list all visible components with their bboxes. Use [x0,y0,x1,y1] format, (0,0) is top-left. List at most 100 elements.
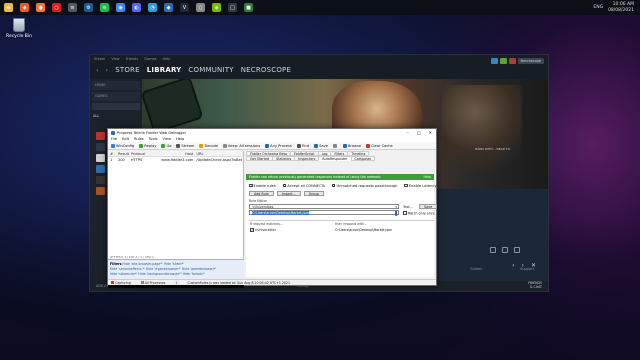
settings-icon[interactable] [490,247,496,253]
toolbar-button[interactable]: Any Process [265,143,292,148]
rule-row-checkbox[interactable]: ✓ [250,228,254,232]
chevron-left-icon[interactable]: ‹ [512,262,514,269]
notification-icon[interactable] [499,58,507,64]
tab-composer[interactable]: Composer [350,156,376,161]
game-thumb[interactable] [96,154,105,162]
broadcast-icon[interactable] [490,58,498,64]
banner-help-link[interactable]: Help [423,174,431,180]
favorite-icon[interactable] [514,247,520,253]
maximize-icon[interactable]: □ [417,130,421,135]
process-filter[interactable]: All Processes [140,280,165,285]
tab-get-started[interactable]: Get Started [246,156,274,161]
dropdown-icon[interactable]: ▾ [395,211,397,216]
session-row[interactable]: 1 200 HTTPS www.fiddler2.com /UpdateChec… [108,157,243,163]
app-icon[interactable]: ≡ [68,3,77,12]
capturing-toggle[interactable]: Capturing [111,280,131,285]
option-enable-rules[interactable]: ✓ Enable rules [249,184,276,188]
tab-autoresponder[interactable]: AutoResponder [318,156,352,161]
app4-icon[interactable]: □ [228,3,237,12]
steam-icon[interactable]: ⚙ [84,3,93,12]
steam-username[interactable]: Necroscope [517,58,544,64]
filter-line[interactable]: Hide 'steamcdn*' Hide 'backgroundbrowser… [110,272,205,276]
steam-tab-guides[interactable]: Guides [470,267,482,271]
col-host[interactable]: Host [157,152,197,156]
col-result[interactable]: Result [118,152,131,156]
tab-inspectors[interactable]: Inspectors [294,156,320,161]
menu-view[interactable]: View [163,137,172,141]
toolbar-button[interactable]: Save [314,143,328,148]
filter-line[interactable]: Hide 'site-browser-page*' Hide 'silent*' [123,262,185,266]
fiddler-icon[interactable]: ◆ [164,3,173,12]
steam-menu-steam[interactable]: Steam [94,57,105,61]
toolbar-button[interactable]: Decode [199,143,218,148]
game-thumb[interactable] [96,165,105,173]
nav-community[interactable]: COMMUNITY [188,66,233,74]
game-thumb[interactable] [96,187,105,195]
toolbar-button[interactable]: Stream [176,143,194,148]
opera-icon[interactable]: ○ [52,3,61,12]
menu-rules[interactable]: Rules [134,137,144,141]
brave-icon[interactable]: ◆ [20,3,29,12]
option-enable-latency[interactable]: Enable Latency [404,184,436,188]
language-indicator[interactable]: ENG [593,5,603,10]
forward-arrow-icon[interactable]: › [106,67,109,74]
nvidia-icon[interactable]: ◈ [212,3,221,12]
recycle-bin[interactable]: Recycle Bin [6,18,32,39]
tab-statistics[interactable]: Statistics [272,156,296,161]
toolbar-button[interactable] [332,143,338,148]
vscode-icon[interactable]: V [180,3,189,12]
avatar[interactable] [508,58,516,64]
steam-search-input[interactable] [92,103,140,110]
steam-games-dropdown[interactable]: GAMES [92,92,140,101]
option-unmatched-requests-passthrough[interactable]: ✓ Unmatched requests passthrough [331,183,397,188]
save-rule-button[interactable]: Save [419,204,438,209]
checkbox[interactable] [282,183,287,188]
close-icon[interactable]: ✕ [531,262,536,269]
checkbox[interactable]: ✓ [249,183,253,188]
steam-home-button[interactable]: HOME [92,81,140,90]
col-url[interactable]: URL [196,152,243,156]
spotify-icon[interactable]: ≋ [100,3,109,12]
info-icon[interactable] [502,247,508,253]
checkbox[interactable] [404,183,408,188]
nav-store[interactable]: STORE [115,66,140,74]
toolbar-button[interactable]: Go [161,143,171,148]
col-match[interactable]: If request matches... [249,222,335,226]
toolbar-button[interactable]: Find [296,143,309,148]
close-icon[interactable]: ✕ [429,130,432,135]
checkbox[interactable]: ✓ [331,183,335,188]
nav-library[interactable]: LIBRARY [147,66,182,74]
menu-edit[interactable]: Edit [122,137,129,141]
game-thumb[interactable] [96,132,105,140]
match-only-once-checkbox[interactable] [403,211,407,215]
rule-match-input[interactable]: <Universities ▾ [249,204,399,209]
col-respond[interactable]: then respond with... [335,222,435,226]
col-num[interactable]: # [108,152,118,156]
menu-tools[interactable]: Tools [149,137,158,141]
toolbar-button[interactable]: Browse [342,143,361,148]
test-link[interactable]: Test... [403,205,413,209]
toolbar-button[interactable]: Keep: All sessions [223,143,260,148]
steam-menu-friends[interactable]: Friends [126,57,139,61]
discord-icon[interactable]: ◐ [132,3,141,12]
game-thumb[interactable] [96,143,105,151]
group-button[interactable]: Group [303,191,324,196]
game-thumb[interactable] [96,176,105,184]
chevron-right-icon[interactable]: › [522,262,524,269]
import-button[interactable]: Import... [276,191,301,196]
menu-help[interactable]: Help [176,137,184,141]
app3-icon[interactable]: ▯ [196,3,205,12]
firefox-icon[interactable]: ● [36,3,45,12]
toolbar-button[interactable]: WinConfig [111,143,134,148]
app2-icon[interactable]: ◔ [148,3,157,12]
steam-all-header[interactable]: ALL [90,112,142,120]
toolbar-button[interactable]: Replay [139,143,156,148]
match-only-once[interactable]: Match only once [403,211,435,216]
option-accept-all-connects[interactable]: Accept all CONNECTs [282,183,325,188]
steam-menu-view[interactable]: View [111,57,119,61]
rule-response-input[interactable]: C:\Users\arcon\Desktop\Market.json ▾ [249,210,399,216]
nav-user[interactable]: NECROSCOPE [241,66,291,74]
filter-line[interactable]: Hide 'seriouseffects.*' Hide '#ganebrows… [110,267,216,271]
clock[interactable]: 10:06 AM 08/08/2021 [608,2,634,14]
back-arrow-icon[interactable]: ‹ [96,67,99,74]
